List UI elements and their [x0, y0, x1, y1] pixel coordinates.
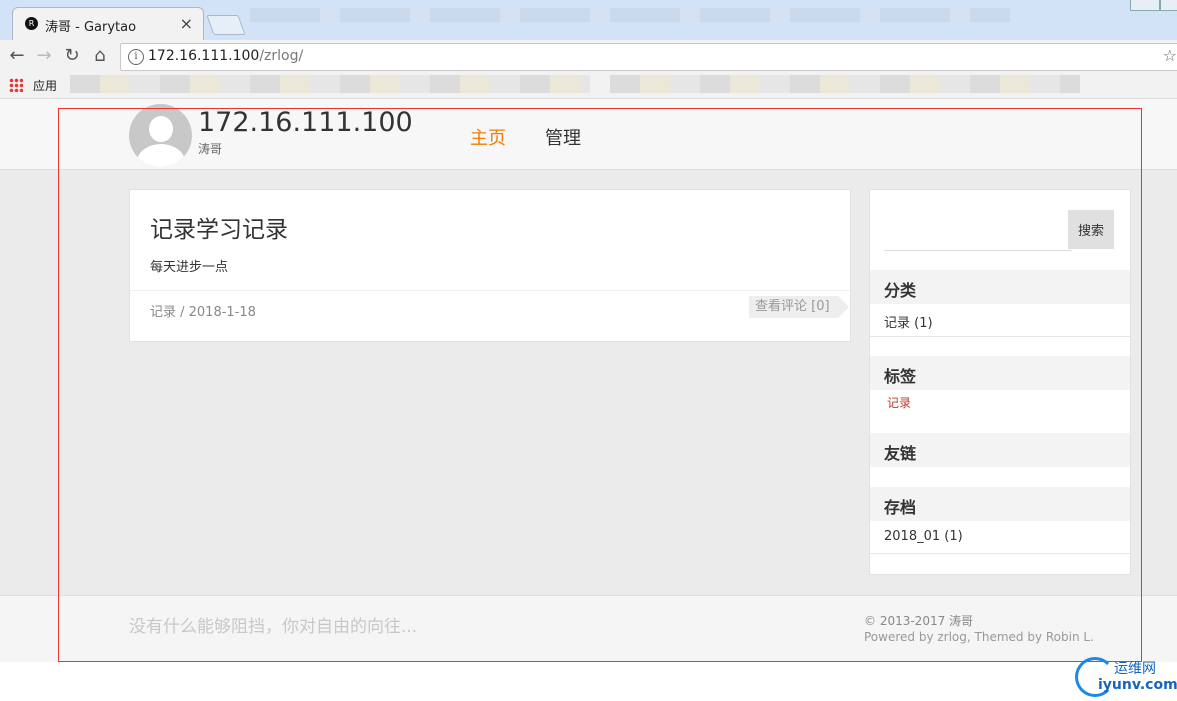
tags-title: 标签: [884, 367, 917, 386]
page-content: 172.16.111.100 涛哥 主页 管理 记录学习记录 每天进步一点 记录…: [0, 99, 1177, 662]
close-icon[interactable]: ×: [180, 14, 193, 33]
post-title[interactable]: 记录学习记录: [150, 210, 288, 244]
forward-arrow-icon[interactable]: →: [32, 44, 56, 68]
archive-item[interactable]: 2018_01 (1): [884, 529, 963, 544]
tags-header: 标签: [870, 356, 1130, 390]
url-text: 172.16.111.100/zrlog/: [148, 48, 303, 64]
post-divider: [130, 290, 850, 291]
category-item[interactable]: 记录 (1): [884, 312, 933, 331]
sidebar: 搜索 分类 记录 (1) 标签 记录 友链 存档 2018_01 (1): [869, 189, 1131, 575]
footer-powered-by: Powered by zrlog, Themed by Robin L.: [864, 630, 1094, 644]
browser-tab-strip: R 涛哥 - Garytao ×: [0, 0, 1177, 41]
divider: [870, 553, 1130, 554]
site-title[interactable]: 172.16.111.100: [198, 107, 413, 138]
links-title: 友链: [884, 444, 917, 463]
watermark-text-cn: 运维网: [1114, 661, 1156, 677]
links-header: 友链: [870, 433, 1130, 467]
divider: [870, 336, 1130, 337]
post-meta: 记录 / 2018-1-18: [150, 305, 256, 320]
categories-title: 分类: [884, 281, 917, 300]
address-bar[interactable]: i 172.16.111.100/zrlog/ ☆: [120, 43, 1177, 71]
apps-grid-icon[interactable]: [9, 78, 23, 92]
site-subtitle: 涛哥: [198, 142, 223, 156]
minimize-button[interactable]: [1130, 0, 1160, 11]
info-icon[interactable]: i: [128, 49, 144, 65]
footer-motto: 没有什么能够阻挡，你对自由的向往...: [129, 617, 418, 637]
archives-header: 存档: [870, 487, 1130, 521]
maximize-button[interactable]: [1160, 0, 1177, 11]
post-card: 记录学习记录 每天进步一点 记录 / 2018-1-18 查看评论 [0]: [129, 189, 851, 342]
site-favicon-icon: R: [25, 17, 38, 30]
view-comments-button[interactable]: 查看评论 [0]: [749, 296, 849, 318]
nav-home-link[interactable]: 主页: [470, 124, 506, 150]
apps-label[interactable]: 应用: [33, 77, 57, 94]
back-arrow-icon[interactable]: ←: [5, 44, 29, 68]
post-excerpt: 每天进步一点: [150, 260, 229, 275]
home-icon[interactable]: ⌂: [88, 44, 112, 68]
avatar-body: [137, 144, 185, 167]
tag-item[interactable]: 记录: [887, 394, 911, 411]
site-header: 172.16.111.100 涛哥 主页 管理: [0, 99, 1177, 170]
bookmarks-bar: 应用: [0, 72, 1177, 99]
watermark-text-en: iyunv.com: [1098, 677, 1177, 693]
blurred-bookmarks: [70, 75, 590, 93]
search-button[interactable]: 搜索: [1068, 210, 1114, 249]
browser-toolbar: ← → ↻ ⌂ i 172.16.111.100/zrlog/ ☆: [0, 40, 1177, 72]
archives-title: 存档: [884, 498, 917, 517]
blurred-bookmarks: [610, 75, 1080, 93]
browser-tab[interactable]: R 涛哥 - Garytao ×: [12, 7, 204, 41]
search-input[interactable]: [884, 210, 1072, 251]
avatar[interactable]: [129, 104, 192, 167]
nav-admin-link[interactable]: 管理: [545, 124, 581, 150]
new-tab-button[interactable]: [206, 15, 246, 35]
url-path: /zrlog/: [259, 48, 304, 64]
tab-title: 涛哥 - Garytao: [45, 20, 137, 35]
url-host: 172.16.111.100: [148, 48, 260, 64]
site-footer: 没有什么能够阻挡，你对自由的向往... © 2013-2017 涛哥 Power…: [0, 595, 1177, 662]
bookmark-star-icon[interactable]: ☆: [1163, 46, 1177, 65]
categories-header: 分类: [870, 270, 1130, 304]
reload-icon[interactable]: ↻: [60, 44, 84, 68]
avatar-head: [149, 116, 173, 142]
footer-copyright: © 2013-2017 涛哥: [864, 614, 974, 628]
blurred-tabs: [250, 8, 1010, 22]
